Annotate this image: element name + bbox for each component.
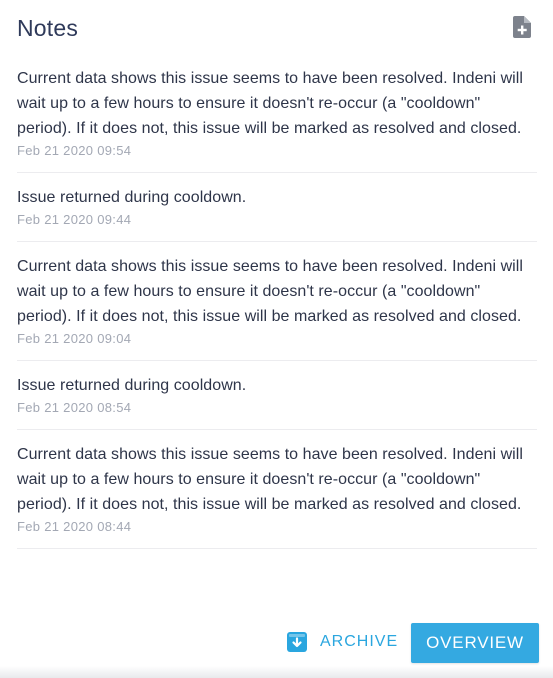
notes-footer: ARCHIVE OVERVIEW: [0, 604, 553, 678]
note-timestamp: Feb 21 2020 09:54: [17, 143, 132, 158]
overview-button[interactable]: OVERVIEW: [411, 623, 539, 663]
notes-header: Notes: [17, 12, 537, 46]
note-timestamp: Feb 21 2020 09:04: [17, 331, 132, 346]
add-note-icon[interactable]: [513, 16, 531, 38]
note-item: Current data shows this issue seems to h…: [17, 66, 537, 173]
archive-box-icon: [287, 632, 307, 652]
note-item: Current data shows this issue seems to h…: [17, 442, 537, 549]
notes-list[interactable]: Current data shows this issue seems to h…: [0, 66, 553, 602]
note-text: Current data shows this issue seems to h…: [17, 258, 523, 325]
notes-panel: Notes Current data shows this issue seem…: [0, 0, 553, 678]
note-timestamp: Feb 21 2020 08:44: [17, 519, 132, 534]
note-timestamp: Feb 21 2020 08:54: [17, 400, 132, 415]
footer-shadow: [0, 666, 553, 678]
archive-label: ARCHIVE: [320, 633, 399, 650]
note-text: Issue returned during cooldown.: [17, 189, 247, 206]
note-text: Current data shows this issue seems to h…: [17, 70, 523, 137]
note-timestamp: Feb 21 2020 09:44: [17, 212, 132, 227]
note-item: Issue returned during cooldown. Feb 21 2…: [17, 185, 537, 242]
note-text: Issue returned during cooldown.: [17, 377, 247, 394]
note-text: Current data shows this issue seems to h…: [17, 446, 523, 513]
scroll-fade: [0, 584, 553, 604]
note-item: Current data shows this issue seems to h…: [17, 254, 537, 361]
archive-button[interactable]: ARCHIVE: [287, 625, 398, 659]
note-item: Issue returned during cooldown. Feb 21 2…: [17, 373, 537, 430]
panel-title: Notes: [17, 15, 79, 41]
